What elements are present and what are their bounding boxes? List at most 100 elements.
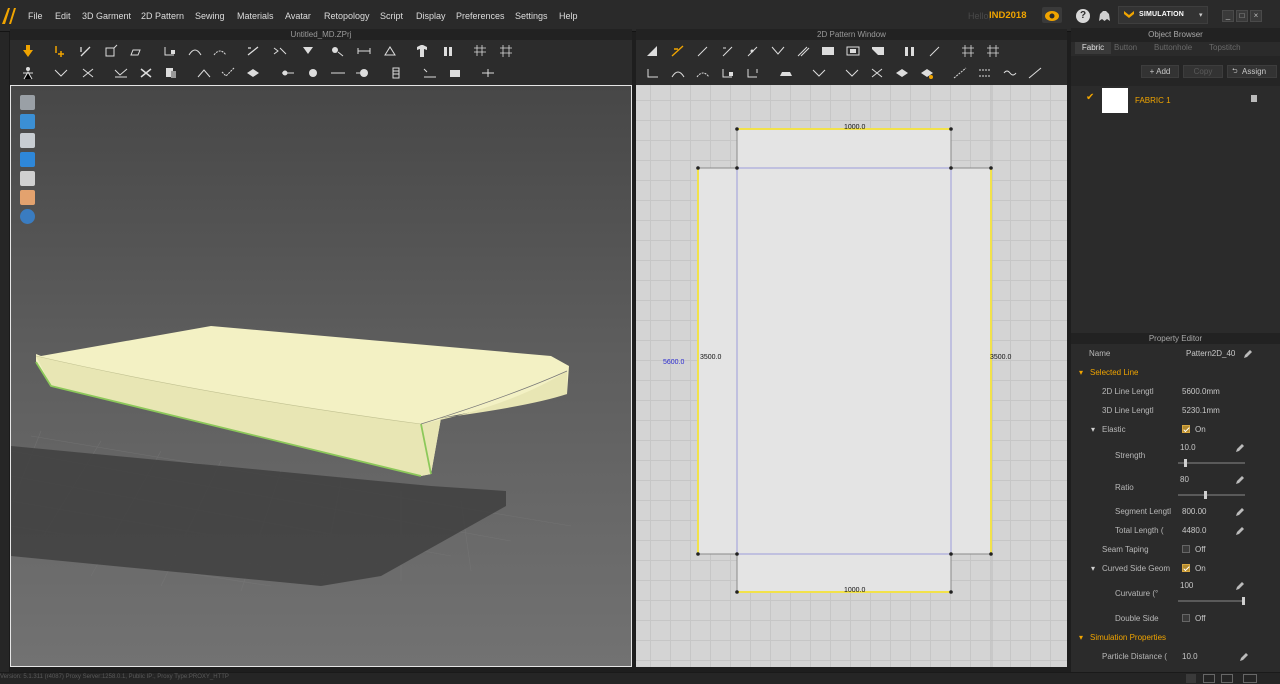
fold-2d-icon[interactable]	[745, 66, 761, 80]
prop-segment-value[interactable]: 800.00	[1182, 507, 1206, 516]
grid-snap-icon[interactable]	[985, 44, 1001, 58]
add-point-icon[interactable]	[53, 44, 69, 58]
curvature-slider[interactable]	[1178, 597, 1245, 605]
menu-retopology[interactable]: Retopology	[324, 11, 370, 21]
measure-icon[interactable]	[356, 44, 372, 58]
fabric-options-icon[interactable]	[1251, 95, 1257, 102]
shirring-icon[interactable]	[811, 66, 827, 80]
fold-angle-icon[interactable]	[480, 66, 496, 80]
topstitch-icon[interactable]	[422, 66, 438, 80]
minimize-button[interactable]: _	[1222, 10, 1234, 22]
double-side-checkbox[interactable]	[1182, 614, 1190, 622]
user-name[interactable]: IND2018	[989, 10, 1027, 21]
prop-total-value[interactable]: 4480.0	[1182, 526, 1206, 535]
seam-taping-checkbox[interactable]	[1182, 545, 1190, 553]
m-n-sewing-icon[interactable]	[695, 66, 711, 80]
select-mesh-icon[interactable]	[78, 44, 94, 58]
line-icon[interactable]	[330, 66, 346, 80]
dart-icon[interactable]	[870, 44, 886, 58]
pattern-canvas[interactable]	[636, 85, 1067, 667]
layout-2d-icon[interactable]	[1221, 674, 1233, 683]
ratio-slider[interactable]	[1178, 491, 1245, 499]
avatar-garment-icon[interactable]	[414, 44, 430, 58]
select-move-icon[interactable]	[20, 44, 36, 58]
layer-2d-icon[interactable]	[894, 66, 910, 80]
strength-slider[interactable]	[1178, 459, 1245, 467]
strengthen-icon[interactable]	[196, 66, 212, 80]
lasso-icon[interactable]	[778, 66, 794, 80]
target-icon[interactable]	[305, 66, 321, 80]
internal-rect-icon[interactable]	[977, 66, 993, 80]
button-tool-icon[interactable]	[355, 66, 371, 80]
prop-ratio-value[interactable]: 80	[1180, 475, 1189, 484]
selected-line-section[interactable]: ▾ Selected Line	[1071, 363, 1280, 382]
pattern-transform-icon[interactable]	[645, 44, 661, 58]
app-logo-icon[interactable]	[0, 4, 16, 28]
shrink-icon[interactable]	[80, 66, 96, 80]
edit-curvature-icon[interactable]	[1235, 581, 1245, 591]
menu-settings[interactable]: Settings	[515, 11, 548, 21]
3d-viewport[interactable]	[10, 85, 632, 667]
gather-icon[interactable]	[844, 66, 860, 80]
transform-icon[interactable]	[103, 44, 119, 58]
menu-materials[interactable]: Materials	[237, 11, 274, 21]
edit-segment-icon[interactable]	[1235, 507, 1245, 517]
sewing-2d-icon[interactable]	[902, 44, 918, 58]
grid-2d-icon[interactable]	[960, 44, 976, 58]
menu-edit[interactable]: Edit	[55, 11, 71, 21]
menu-display[interactable]: Display	[416, 11, 446, 21]
fabric-swatch[interactable]	[1102, 88, 1128, 113]
edit-curve-icon[interactable]	[187, 44, 203, 58]
help-icon[interactable]: ?	[1076, 9, 1090, 23]
rectangle-icon[interactable]	[820, 44, 836, 58]
fold-arrangement-icon[interactable]	[128, 44, 144, 58]
grid-icon[interactable]	[472, 44, 488, 58]
prop-strength-value[interactable]: 10.0	[1180, 443, 1196, 452]
superimpose-icon[interactable]	[163, 66, 179, 80]
prop-name-value[interactable]: Pattern2D_40	[1186, 349, 1235, 358]
pin-point-icon[interactable]	[280, 66, 296, 80]
check-sewing-icon[interactable]	[720, 66, 736, 80]
community-icon[interactable]	[1097, 9, 1112, 23]
cloud-sync-button[interactable]	[1042, 7, 1062, 23]
2d-pattern-viewport[interactable]: 1000.0 1000.0 5600.0 3500.0 3500.0	[636, 85, 1067, 667]
internal-curve-icon[interactable]	[1002, 66, 1018, 80]
simulation-avatar-icon[interactable]	[20, 66, 36, 80]
layer-icon[interactable]	[245, 66, 261, 80]
close-button[interactable]: ×	[1250, 10, 1262, 22]
prop-particle-value[interactable]: 10.0	[1182, 652, 1198, 661]
ratio-slider-knob[interactable]	[1204, 491, 1207, 499]
tab-fabric[interactable]: Fabric	[1075, 42, 1111, 54]
edit-particle-icon[interactable]	[1239, 652, 1249, 662]
layout-1-icon[interactable]	[1186, 674, 1196, 683]
menu-script[interactable]: Script	[380, 11, 403, 21]
menu-avatar[interactable]: Avatar	[285, 11, 311, 21]
internal-line-icon[interactable]	[952, 66, 968, 80]
free-sewing-2d-icon[interactable]	[670, 66, 686, 80]
curved-checkbox[interactable]	[1182, 564, 1190, 572]
arrange-icon[interactable]	[53, 66, 69, 80]
add-fabric-button[interactable]: + Add	[1141, 65, 1179, 78]
edit-point-icon[interactable]	[162, 44, 178, 58]
free-sewing-icon[interactable]	[272, 44, 288, 58]
internal-circle-icon[interactable]	[1027, 66, 1043, 80]
add-point-2d-icon[interactable]	[745, 44, 761, 58]
layout-split-icon[interactable]	[1243, 674, 1257, 683]
strength-slider-knob[interactable]	[1184, 459, 1187, 467]
curve-point-icon[interactable]	[720, 44, 736, 58]
edit-total-icon[interactable]	[1235, 526, 1245, 536]
simulation-mode-dropdown[interactable]: SIMULATION ▾	[1118, 6, 1208, 24]
fabric-list-item[interactable]: ✔ FABRIC 1	[1071, 86, 1280, 116]
menu-3d-garment[interactable]: 3D Garment	[82, 11, 131, 21]
reset-icon[interactable]	[138, 66, 154, 80]
pin-2d-icon[interactable]	[919, 66, 935, 80]
texture-icon[interactable]	[447, 66, 463, 80]
edit-ratio-icon[interactable]	[1235, 475, 1245, 485]
prop-curvature-value[interactable]: 100	[1180, 581, 1193, 590]
layout-3d-icon[interactable]	[1203, 674, 1215, 683]
tab-buttonhole[interactable]: Buttonhole	[1154, 42, 1192, 54]
prop-2d-length-value[interactable]: 5600.0mm	[1182, 387, 1220, 396]
tack-icon[interactable]	[300, 44, 316, 58]
offset-icon[interactable]	[795, 44, 811, 58]
flatten-icon[interactable]	[113, 66, 129, 80]
